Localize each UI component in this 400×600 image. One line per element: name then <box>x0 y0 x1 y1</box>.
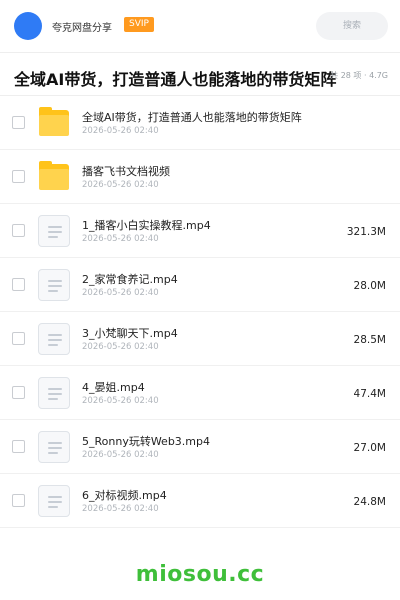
page-title: 全域AI带货，打造普通人也能落地的带货矩阵 <box>14 70 337 89</box>
file-name: 4_晏姐.mp4 <box>82 381 145 394</box>
file-size: 28.0M <box>353 280 386 292</box>
file-date: 2026-05-26 02:40 <box>82 288 159 298</box>
file-size: 321.3M <box>346 226 386 238</box>
video-file-icon <box>38 215 70 247</box>
list-item[interactable]: 全域AI带货，打造普通人也能落地的带货矩阵 2026-05-26 02:40 <box>0 96 400 150</box>
list-item[interactable]: 1_播客小白实操教程.mp4 2026-05-26 02:40 321.3M <box>0 204 400 258</box>
file-size: 27.0M <box>353 442 386 454</box>
avatar[interactable] <box>14 12 42 40</box>
file-date: 2026-05-26 02:40 <box>82 504 159 514</box>
file-date: 2026-05-26 02:40 <box>82 396 159 406</box>
select-checkbox[interactable] <box>12 278 25 291</box>
list-item[interactable]: 6_对标视频.mp4 2026-05-26 02:40 24.8M <box>0 474 400 528</box>
file-name: 2_家常食养记.mp4 <box>82 273 178 286</box>
select-checkbox[interactable] <box>12 116 25 129</box>
file-date: 2026-05-26 02:40 <box>82 126 159 136</box>
file-date: 2026-05-26 02:40 <box>82 234 159 244</box>
file-date: 2026-05-26 02:40 <box>82 450 159 460</box>
video-file-icon <box>38 269 70 301</box>
file-name: 5_Ronny玩转Web3.mp4 <box>82 435 211 448</box>
file-name: 播客飞书文档视频 <box>82 165 170 178</box>
file-name: 6_对标视频.mp4 <box>82 489 167 502</box>
select-checkbox[interactable] <box>12 386 25 399</box>
list-item[interactable]: 播客飞书文档视频 2026-05-26 02:40 <box>0 150 400 204</box>
share-title: 夸克网盘分享 <box>52 23 112 34</box>
folder-meta: 共 28 项 · 4.7G <box>330 71 388 80</box>
video-file-icon <box>38 485 70 517</box>
select-checkbox[interactable] <box>12 170 25 183</box>
select-checkbox[interactable] <box>12 332 25 345</box>
file-size: 24.8M <box>353 496 386 508</box>
list-item[interactable]: 5_Ronny玩转Web3.mp4 2026-05-26 02:40 27.0M <box>0 420 400 474</box>
list-item[interactable]: 4_晏姐.mp4 2026-05-26 02:40 47.4M <box>0 366 400 420</box>
divider <box>0 52 400 53</box>
search-input[interactable]: 搜索 <box>316 12 388 40</box>
file-name: 1_播客小白实操教程.mp4 <box>82 219 211 232</box>
select-checkbox[interactable] <box>12 224 25 237</box>
file-name: 3_小梵聊天下.mp4 <box>82 327 178 340</box>
file-name: 全域AI带货，打造普通人也能落地的带货矩阵 <box>82 111 302 124</box>
select-checkbox[interactable] <box>12 494 25 507</box>
file-date: 2026-05-26 02:40 <box>82 342 159 352</box>
video-file-icon <box>38 377 70 409</box>
video-file-icon <box>38 323 70 355</box>
file-date: 2026-05-26 02:40 <box>82 180 159 190</box>
file-size: 28.5M <box>353 334 386 346</box>
list-item[interactable]: 3_小梵聊天下.mp4 2026-05-26 02:40 28.5M <box>0 312 400 366</box>
select-checkbox[interactable] <box>12 440 25 453</box>
file-size: 47.4M <box>353 388 386 400</box>
list-item[interactable]: 2_家常食养记.mp4 2026-05-26 02:40 28.0M <box>0 258 400 312</box>
folder-icon <box>38 161 70 193</box>
file-list: 全域AI带货，打造普通人也能落地的带货矩阵 2026-05-26 02:40 播… <box>0 96 400 528</box>
video-file-icon <box>38 431 70 463</box>
watermark-brand: miosou.cc <box>135 562 265 587</box>
header: 夸克网盘分享 SVIP 搜索 <box>0 0 400 52</box>
svip-badge: SVIP <box>124 17 154 32</box>
folder-icon <box>38 107 70 139</box>
